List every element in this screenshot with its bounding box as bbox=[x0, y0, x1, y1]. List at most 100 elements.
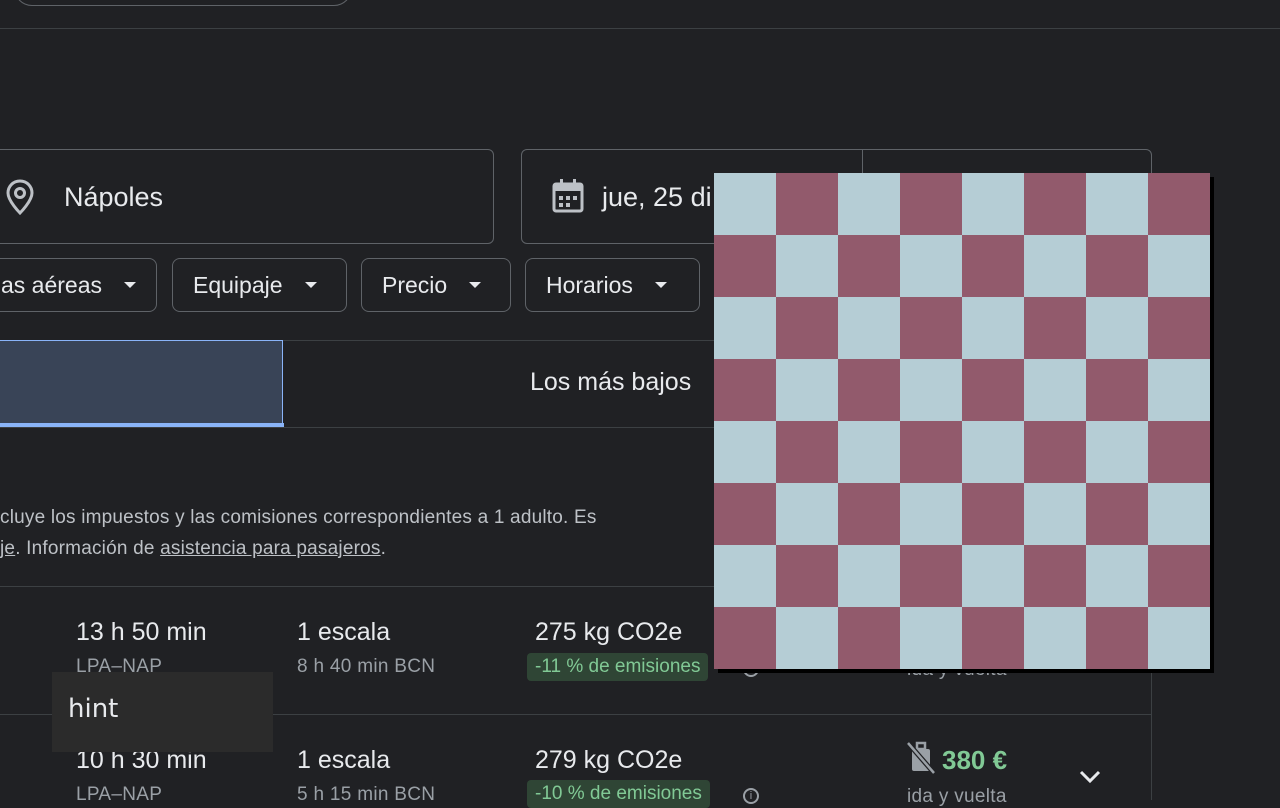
checker-cell bbox=[962, 421, 1024, 483]
flight-stops: 1 escala bbox=[297, 618, 391, 646]
checker-cell bbox=[714, 173, 776, 235]
price-filter-label: Precio bbox=[382, 271, 448, 298]
checker-cell bbox=[714, 297, 776, 359]
dropdown-caret-icon bbox=[304, 282, 317, 288]
checker-cell bbox=[1148, 359, 1210, 421]
checker-cell bbox=[1086, 359, 1148, 421]
header-divider bbox=[0, 28, 1280, 29]
checker-cell bbox=[714, 545, 776, 607]
checker-cell bbox=[1148, 421, 1210, 483]
checker-cell bbox=[1086, 607, 1148, 669]
checker-cell bbox=[838, 545, 900, 607]
location-pin-icon bbox=[6, 179, 34, 215]
flight-stops: 1 escala bbox=[297, 746, 391, 774]
checker-cell bbox=[1148, 173, 1210, 235]
checker-cell bbox=[962, 297, 1024, 359]
checker-cell bbox=[1148, 483, 1210, 545]
checker-cell bbox=[776, 607, 838, 669]
checker-cell bbox=[838, 235, 900, 297]
checker-cell bbox=[838, 359, 900, 421]
checker-cell bbox=[714, 235, 776, 297]
checker-cell bbox=[1148, 545, 1210, 607]
emissions-badge: -10 % de emisiones bbox=[527, 780, 710, 808]
airlines-filter-chip[interactable]: as aéreas bbox=[0, 258, 157, 312]
baggage-link[interactable]: je bbox=[0, 538, 15, 559]
checker-cell bbox=[1086, 421, 1148, 483]
checker-cell bbox=[1024, 297, 1086, 359]
destination-value: Nápoles bbox=[64, 182, 164, 212]
checkerboard-overlay bbox=[714, 173, 1210, 669]
checker-cell bbox=[838, 421, 900, 483]
checker-cell bbox=[838, 607, 900, 669]
flight-price: 380 € bbox=[942, 745, 1008, 775]
checker-cell bbox=[900, 235, 962, 297]
checker-cell bbox=[1024, 359, 1086, 421]
top-search-pill[interactable] bbox=[14, 0, 352, 6]
checker-cell bbox=[714, 359, 776, 421]
checker-cell bbox=[776, 545, 838, 607]
checker-cell bbox=[838, 297, 900, 359]
checker-cell bbox=[776, 483, 838, 545]
airlines-filter-label: as aéreas bbox=[0, 271, 102, 298]
checker-cell bbox=[900, 607, 962, 669]
checker-cell bbox=[1024, 173, 1086, 235]
checker-cell bbox=[900, 173, 962, 235]
checker-cell bbox=[776, 235, 838, 297]
checker-cell bbox=[838, 173, 900, 235]
checker-cell bbox=[1024, 607, 1086, 669]
times-filter-chip[interactable]: Horarios bbox=[525, 258, 700, 312]
checker-cell bbox=[1086, 297, 1148, 359]
checker-cell bbox=[900, 483, 962, 545]
price-filter-chip[interactable]: Precio bbox=[361, 258, 511, 312]
checker-cell bbox=[900, 297, 962, 359]
checker-cell bbox=[776, 297, 838, 359]
price-info-text: cluye los impuestos y las comisiones cor… bbox=[0, 502, 710, 564]
checker-cell bbox=[776, 359, 838, 421]
checker-cell bbox=[1086, 545, 1148, 607]
flight-co2: 279 kg CO2e bbox=[535, 746, 683, 774]
checker-cell bbox=[1086, 483, 1148, 545]
flight-layover: 8 h 40 min BCN bbox=[297, 656, 436, 677]
checker-cell bbox=[776, 173, 838, 235]
dropdown-caret-icon bbox=[124, 282, 136, 288]
times-filter-label: Horarios bbox=[546, 271, 633, 298]
checker-cell bbox=[1024, 235, 1086, 297]
trip-type: ida y vuelta bbox=[907, 786, 1007, 807]
bags-filter-chip[interactable]: Equipaje bbox=[172, 258, 347, 312]
dropdown-caret-icon bbox=[654, 282, 667, 288]
chevron-down-icon[interactable] bbox=[1079, 770, 1101, 784]
passenger-assistance-link[interactable]: asistencia para pasajeros bbox=[160, 538, 380, 559]
info-icon[interactable]: i bbox=[743, 788, 759, 804]
checker-cell bbox=[962, 607, 1024, 669]
price-info-line-1: cluye los impuestos y las comisiones cor… bbox=[0, 507, 597, 528]
checker-cell bbox=[962, 173, 1024, 235]
checker-cell bbox=[962, 483, 1024, 545]
tab-lowest-price[interactable]: Los más bajos bbox=[530, 368, 691, 397]
info-text-connector: . Información de bbox=[15, 538, 161, 559]
checker-cell bbox=[962, 545, 1024, 607]
info-text-period: . bbox=[380, 538, 387, 559]
checker-cell bbox=[1024, 483, 1086, 545]
checker-cell bbox=[714, 607, 776, 669]
checker-cell bbox=[900, 545, 962, 607]
dropdown-caret-icon bbox=[469, 282, 482, 288]
checker-cell bbox=[900, 421, 962, 483]
checker-cell bbox=[1148, 235, 1210, 297]
checker-cell bbox=[962, 235, 1024, 297]
flight-duration: 13 h 50 min bbox=[76, 618, 207, 646]
emissions-badge: -11 % de emisiones bbox=[527, 653, 709, 681]
hint-tooltip: hint bbox=[52, 672, 273, 752]
checker-cell bbox=[1148, 297, 1210, 359]
checker-cell bbox=[900, 359, 962, 421]
bags-filter-label: Equipaje bbox=[193, 271, 283, 298]
checker-cell bbox=[838, 483, 900, 545]
tab-best-selected[interactable] bbox=[0, 340, 283, 427]
price-info-line-2: je. Información de asistencia para pasaj… bbox=[0, 533, 710, 564]
checker-cell bbox=[714, 483, 776, 545]
checker-cell bbox=[714, 421, 776, 483]
checker-cell bbox=[1024, 421, 1086, 483]
checker-cell bbox=[962, 359, 1024, 421]
flight-layover: 5 h 15 min BCN bbox=[297, 784, 436, 805]
checker-cell bbox=[1148, 607, 1210, 669]
departure-date-value: jue, 25 di bbox=[602, 182, 712, 212]
